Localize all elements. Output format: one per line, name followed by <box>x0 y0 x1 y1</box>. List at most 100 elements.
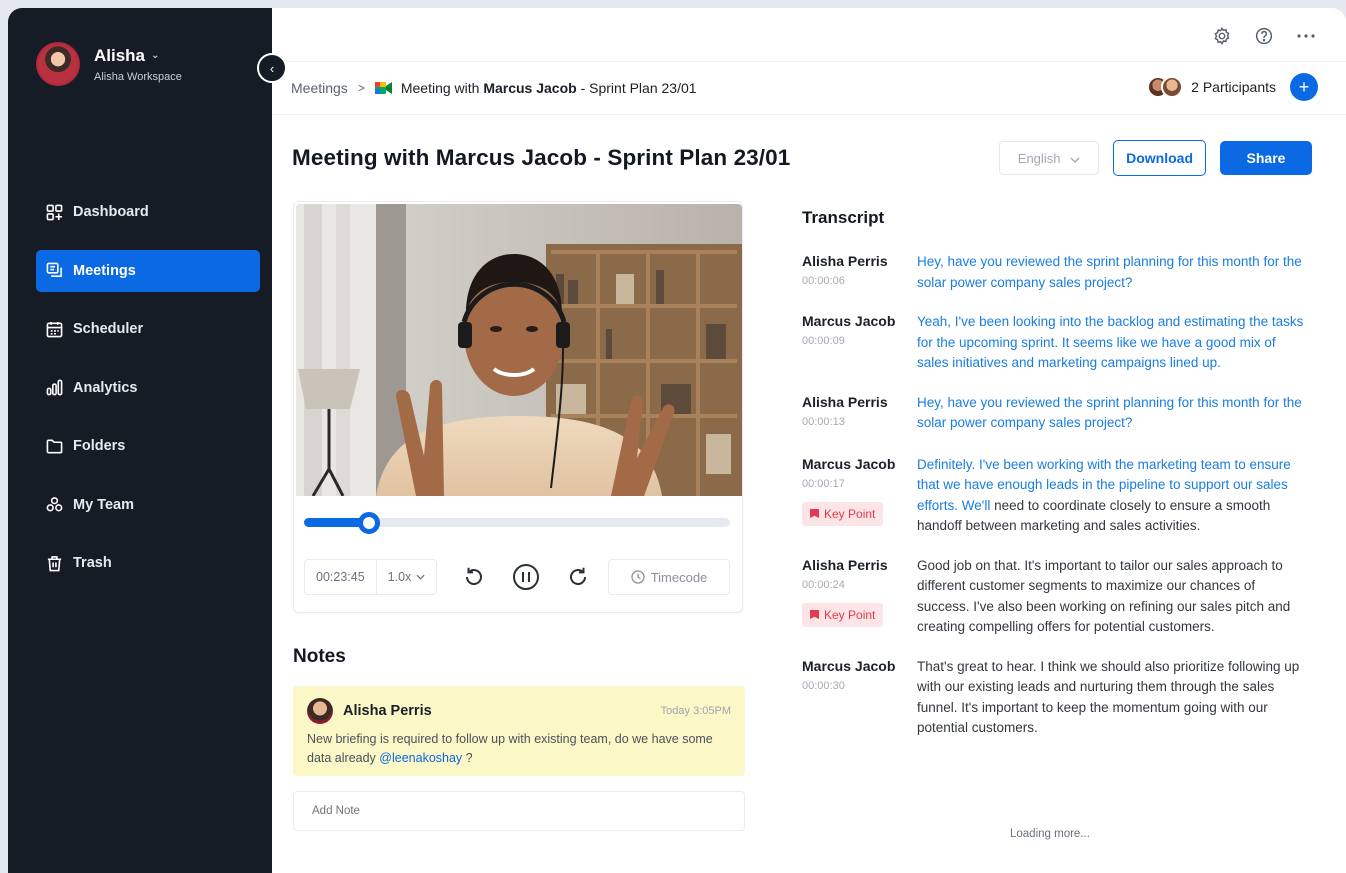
team-icon <box>46 497 63 512</box>
avatar <box>1161 76 1184 98</box>
rewind-icon <box>466 567 483 585</box>
google-meet-icon <box>374 81 393 95</box>
forward-button[interactable] <box>563 562 593 592</box>
notes-title: Notes <box>293 646 346 667</box>
add-note-input[interactable] <box>293 791 745 831</box>
timestamp[interactable]: 00:00:06 <box>802 275 917 287</box>
sidebar-item-dashboard[interactable]: Dashboard <box>36 191 260 233</box>
bookmark-icon <box>810 509 819 518</box>
pause-button[interactable] <box>511 562 541 592</box>
pause-icon <box>513 564 540 590</box>
page-title: Meeting with Marcus Jacob - Sprint Plan … <box>292 145 791 170</box>
more-options-icon[interactable] <box>1296 26 1316 46</box>
app-window: Alisha ⌄ Alisha Workspace Dashboard Meet… <box>8 8 1346 873</box>
breadcrumb-current: Meeting with Marcus Jacob - Sprint Plan … <box>400 80 697 96</box>
analytics-icon <box>46 379 63 396</box>
sidebar-item-meetings[interactable]: Meetings <box>36 249 260 292</box>
collapse-sidebar-button[interactable]: ‹ <box>257 53 287 83</box>
folder-icon <box>46 439 63 453</box>
breadcrumb-meetings[interactable]: Meetings <box>291 80 348 96</box>
avatar <box>36 42 80 86</box>
speaker-name: Alisha Perris <box>802 556 888 573</box>
timecode-button[interactable]: Timecode <box>608 559 730 595</box>
timestamp[interactable]: 00:00:09 <box>802 335 917 347</box>
transcript-entry[interactable]: Marcus Jacob 00:00:17 Key Point Definite… <box>802 456 1308 537</box>
sidebar-item-label: Meetings <box>73 262 136 279</box>
main-content: Meetings > Meeting with Marcus Jacob - S… <box>272 8 1346 873</box>
download-button[interactable]: Download <box>1113 140 1206 176</box>
video-player: 00:23:45 1.0x Timecode <box>293 201 743 613</box>
clock-icon <box>631 570 645 584</box>
language-select[interactable]: English <box>999 141 1100 175</box>
plus-icon: + <box>1298 76 1310 97</box>
transcript-text: Hey, have you reviewed the sprint planni… <box>917 394 1302 431</box>
transcript-entry[interactable]: Alisha Perris 00:00:24 Key Point Good jo… <box>802 557 1308 638</box>
sidebar-item-my-team[interactable]: My Team <box>36 484 260 526</box>
progress-handle[interactable] <box>358 512 380 534</box>
current-time: 00:23:45 <box>316 570 365 584</box>
time-speed-box: 00:23:45 1.0x <box>304 559 438 595</box>
user-profile[interactable]: Alisha ⌄ Alisha Workspace <box>36 42 182 86</box>
sidebar-item-label: My Team <box>73 496 134 513</box>
playback-speed-select[interactable]: 1.0x <box>375 560 437 594</box>
bookmark-icon <box>810 610 819 619</box>
sidebar-item-analytics[interactable]: Analytics <box>36 367 260 409</box>
chevron-down-icon <box>411 574 425 580</box>
chevron-left-icon: ‹ <box>269 60 275 76</box>
speaker-name: Marcus Jacob <box>802 313 896 329</box>
video-frame[interactable] <box>296 204 742 496</box>
transcript-entry[interactable]: Alisha Perris 00:00:06 Hey, have you rev… <box>802 253 1308 293</box>
timestamp[interactable]: 00:00:24 <box>802 579 917 591</box>
transcript-text: Good job on that. It's important to tail… <box>917 557 1291 635</box>
trash-icon <box>47 555 62 571</box>
sidebar-nav: Dashboard Meetings Scheduler Analytics F… <box>36 191 260 601</box>
transcript-entry[interactable]: Marcus Jacob 00:00:30 That's great to he… <box>802 658 1308 739</box>
meetings-icon <box>46 262 62 277</box>
sidebar-item-label: Analytics <box>73 379 138 396</box>
key-point-badge[interactable]: Key Point <box>802 602 884 627</box>
rewind-button[interactable] <box>459 562 489 592</box>
speaker-name: Alisha Perris <box>802 393 888 410</box>
note-card[interactable]: Alisha Perris Today 3:05PM New briefing … <box>293 686 745 776</box>
gear-icon[interactable] <box>1212 26 1232 46</box>
sidebar-item-label: Folders <box>73 438 126 454</box>
chevron-right-icon: > <box>357 81 365 95</box>
sidebar-item-trash[interactable]: Trash <box>36 542 260 584</box>
forward-icon <box>570 567 587 585</box>
note-time: Today 3:05PM <box>660 705 731 717</box>
speaker-name: Marcus Jacob <box>802 657 896 674</box>
help-icon[interactable] <box>1254 26 1274 46</box>
transcript-text: Definitely. I've been working with the m… <box>917 456 1291 534</box>
transcript-entry[interactable]: Alisha Perris 00:00:13 Hey, have you rev… <box>802 394 1308 434</box>
chevron-down-icon <box>1070 151 1080 166</box>
add-participant-button[interactable]: + <box>1290 73 1318 101</box>
sidebar: Alisha ⌄ Alisha Workspace Dashboard Meet… <box>8 8 272 873</box>
sidebar-item-label: Trash <box>73 555 112 571</box>
sidebar-item-scheduler[interactable]: Scheduler <box>36 308 260 350</box>
playback-progress[interactable] <box>304 512 730 534</box>
loading-more: Loading more... <box>1010 828 1090 840</box>
speaker-name: Alisha Perris <box>802 253 888 269</box>
top-bar <box>272 8 1346 62</box>
speaker-name: Marcus Jacob <box>802 455 896 472</box>
share-button[interactable]: Share <box>1220 141 1312 175</box>
chevron-down-icon[interactable]: ⌄ <box>151 50 159 61</box>
timestamp[interactable]: 00:00:30 <box>802 680 917 692</box>
avatar <box>307 698 333 724</box>
timestamp[interactable]: 00:00:13 <box>802 416 917 428</box>
participants[interactable]: 2 Participants + <box>1147 73 1318 101</box>
dashboard-icon <box>46 204 63 220</box>
transcript-text: Hey, have you reviewed the sprint planni… <box>917 254 1302 290</box>
user-name: Alisha <box>94 45 146 65</box>
transcript-text: That's great to hear. I think we should … <box>917 658 1300 736</box>
calendar-icon <box>46 321 63 337</box>
timestamp[interactable]: 00:00:17 <box>802 478 917 490</box>
sidebar-item-label: Scheduler <box>73 321 144 337</box>
player-controls: 00:23:45 1.0x Timecode <box>304 559 730 595</box>
transcript-entry[interactable]: Marcus Jacob 00:00:09 Yeah, I've been lo… <box>802 313 1308 374</box>
workspace-name: Alisha Workspace <box>94 70 182 83</box>
sidebar-item-folders[interactable]: Folders <box>36 425 260 467</box>
note-text: New briefing is required to follow up wi… <box>307 732 713 765</box>
key-point-badge[interactable]: Key Point <box>802 501 884 526</box>
mention-link[interactable]: @leenakoshay <box>379 751 462 765</box>
